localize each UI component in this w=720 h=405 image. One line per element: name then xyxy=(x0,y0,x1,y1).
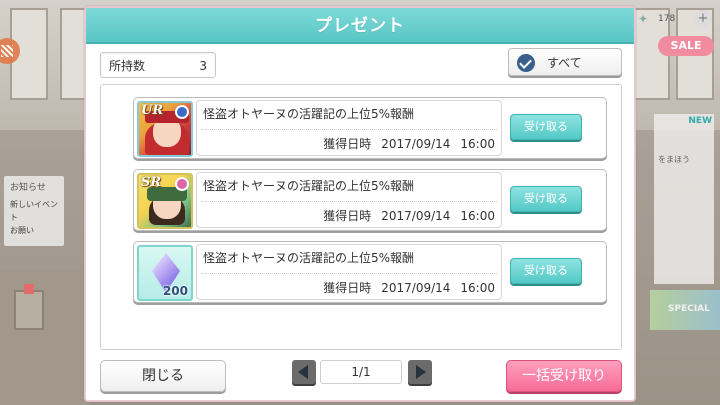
receive-all-button[interactable]: 一括受け取り xyxy=(506,360,622,392)
moon-icon xyxy=(175,105,189,119)
filter-label: すべて xyxy=(547,56,582,70)
present-list[interactable]: UR 怪盗オトヤーヌの活躍記の上位5%報酬 獲得日時 2017/09/14 16:0… xyxy=(100,84,622,350)
prism-gem-icon: 200 xyxy=(137,245,193,301)
plus-icon: + xyxy=(694,10,712,28)
present-dialog: プレゼント 所持数 3 すべて UR 怪盗オトヤーヌの活躍記の上位5%報酬 獲得… xyxy=(84,6,636,402)
dialog-header: プレゼント xyxy=(86,8,634,44)
gift-icon: ✦ xyxy=(638,12,649,26)
owned-count-box: 所持数 3 xyxy=(100,52,216,78)
next-page-icon[interactable] xyxy=(408,360,432,384)
page-indicator: 1/1 xyxy=(320,360,402,384)
sale-badge: SALE xyxy=(658,36,714,56)
background-side-panel: NEW をまほう xyxy=(654,114,714,284)
close-button[interactable]: 閉じる xyxy=(100,360,226,392)
item-quantity: 200 xyxy=(162,284,188,298)
item-acquired: 獲得日時 2017/09/14 16:00 xyxy=(323,209,495,223)
item-title: 怪盗オトヤーヌの活躍記の上位5%報酬 xyxy=(203,251,415,265)
rarity-label: UR xyxy=(141,103,164,118)
dialog-title: プレゼント xyxy=(315,16,405,36)
item-info: 怪盗オトヤーヌの活躍記の上位5%報酬 獲得日時 2017/09/14 16:00 xyxy=(196,100,502,156)
owned-count-label: 所持数 xyxy=(109,59,146,73)
flower-icon xyxy=(175,177,189,191)
card-sr-icon: SR xyxy=(137,173,193,229)
receive-button[interactable]: 受け取る xyxy=(510,258,582,284)
background-shelf xyxy=(0,270,90,405)
check-icon xyxy=(517,54,535,72)
present-item: UR 怪盗オトヤーヌの活躍記の上位5%報酬 獲得日時 2017/09/14 16:0… xyxy=(133,97,607,159)
item-info: 怪盗オトヤーヌの活躍記の上位5%報酬 獲得日時 2017/09/14 16:00 xyxy=(196,172,502,228)
item-title: 怪盗オトヤーヌの活躍記の上位5%報酬 xyxy=(203,179,415,193)
item-acquired: 獲得日時 2017/09/14 16:00 xyxy=(323,281,495,295)
receive-button[interactable]: 受け取る xyxy=(510,186,582,212)
card-ur-icon: UR xyxy=(137,101,193,157)
prev-page-icon[interactable] xyxy=(292,360,316,384)
background-banner: SPECIAL xyxy=(650,290,720,330)
item-info: 怪盗オトヤーヌの活躍記の上位5%報酬 獲得日時 2017/09/14 16:00 xyxy=(196,244,502,300)
present-item: 200 怪盗オトヤーヌの活躍記の上位5%報酬 獲得日時 2017/09/14 16:… xyxy=(133,241,607,303)
present-item: SR 怪盗オトヤーヌの活躍記の上位5%報酬 獲得日時 2017/09/14 16:0… xyxy=(133,169,607,231)
item-acquired: 獲得日時 2017/09/14 16:00 xyxy=(323,137,495,151)
item-title: 怪盗オトヤーヌの活躍記の上位5%報酬 xyxy=(203,107,415,121)
owned-count-value: 3 xyxy=(199,59,207,73)
background-status: ✦ 178 + SALE xyxy=(638,8,714,56)
receive-button[interactable]: 受け取る xyxy=(510,114,582,140)
filter-all-button[interactable]: すべて xyxy=(508,48,622,76)
rarity-label: SR xyxy=(141,175,162,190)
background-news-panel: お知らせ 新しいイベント お願い xyxy=(4,176,64,246)
